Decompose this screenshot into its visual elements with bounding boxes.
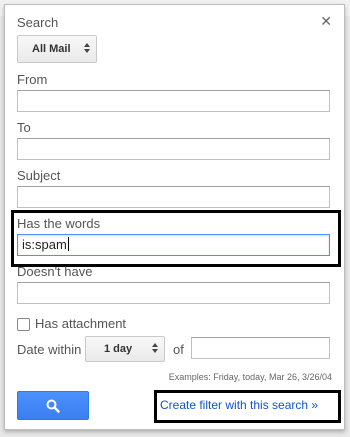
- create-filter-link[interactable]: Create filter with this search »: [160, 398, 318, 412]
- date-within-label: Date within: [17, 342, 82, 357]
- select-arrows-icon: [84, 43, 90, 53]
- to-label: To: [17, 120, 31, 135]
- search-label: Search: [17, 15, 59, 30]
- close-icon[interactable]: ✕: [320, 13, 332, 30]
- has-words-input[interactable]: is:spam: [17, 234, 330, 256]
- text-caret: [67, 237, 69, 251]
- to-input[interactable]: [17, 138, 330, 160]
- search-button[interactable]: [17, 391, 89, 420]
- has-words-value: is:spam: [22, 237, 67, 252]
- date-within-select[interactable]: 1 day: [85, 336, 165, 362]
- mail-scope-value: All Mail: [32, 43, 71, 55]
- from-label: From: [17, 72, 48, 87]
- search-icon: [46, 399, 60, 413]
- has-attachment-checkbox[interactable]: [17, 318, 30, 331]
- mail-scope-select[interactable]: All Mail: [17, 35, 97, 63]
- doesnt-have-label: Doesn't have: [17, 264, 93, 279]
- from-input[interactable]: [17, 90, 330, 112]
- date-input[interactable]: [191, 337, 330, 359]
- subject-label: Subject: [17, 168, 61, 183]
- date-within-value: 1 day: [104, 343, 133, 355]
- search-options-popup: Search ✕ All Mail From To Subject Has th…: [4, 4, 345, 430]
- subject-input[interactable]: [17, 186, 330, 208]
- date-examples: Examples: Friday, today, Mar 26, 3/26/04: [168, 372, 332, 382]
- select-arrows-icon: [152, 343, 158, 353]
- has-words-label: Has the words: [17, 216, 101, 231]
- of-label: of: [173, 342, 184, 357]
- doesnt-have-input[interactable]: [17, 282, 330, 304]
- has-attachment-label: Has attachment: [35, 316, 127, 331]
